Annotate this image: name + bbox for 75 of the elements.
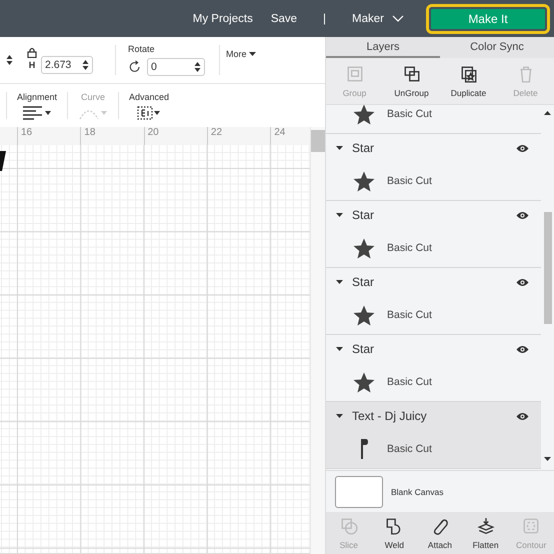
contour-icon xyxy=(522,516,540,534)
group-icon xyxy=(346,64,364,82)
advanced-text-icon xyxy=(137,106,161,120)
layer-action-button[interactable]: Flatten xyxy=(462,512,508,554)
star-icon xyxy=(353,238,375,258)
layer-item[interactable]: Basic Cut xyxy=(326,296,541,334)
layer-label: Basic Cut xyxy=(387,242,432,254)
layer-item[interactable]: Basic Cut xyxy=(326,105,541,133)
layer-label: Basic Cut xyxy=(387,309,432,321)
layer-item[interactable]: Basic Cut xyxy=(326,430,541,468)
layer-action-button[interactable]: UnGroup xyxy=(383,58,440,104)
eye-icon xyxy=(516,344,529,354)
layer-item[interactable]: Basic Cut xyxy=(326,363,541,401)
layer-action-button[interactable]: Attach xyxy=(417,512,463,554)
layer-item[interactable]: Basic Cut xyxy=(326,162,541,200)
caret-icon xyxy=(248,52,256,56)
scroll-thumb[interactable] xyxy=(311,130,325,152)
caret-icon[interactable] xyxy=(336,146,343,150)
lock-icon xyxy=(27,46,37,58)
layer-label: Basic Cut xyxy=(387,108,432,120)
tool-label: Advanced xyxy=(128,92,170,102)
panel-tab[interactable]: Color Sync xyxy=(440,37,554,58)
eye-icon xyxy=(516,278,529,286)
layer-item[interactable]: Basic Cut xyxy=(326,229,541,267)
caret-icon[interactable] xyxy=(336,280,343,284)
layer-name: Text - Dj Juicy xyxy=(352,409,428,423)
tool-label: Alignment xyxy=(16,92,58,102)
height-field[interactable]: 2.673 xyxy=(41,56,93,74)
scrollbar[interactable] xyxy=(310,127,325,554)
star-icon xyxy=(353,170,375,192)
nav-link[interactable]: My Projects xyxy=(192,12,253,24)
design-shape-drawing xyxy=(0,151,6,171)
layer-name: Star xyxy=(352,208,376,222)
nav-link[interactable]: Save xyxy=(270,12,298,24)
scroll-down-icon[interactable] xyxy=(544,457,551,462)
layer-action-button[interactable]: Duplicate xyxy=(440,58,497,104)
flatten-layers-icon xyxy=(476,516,495,534)
layer-action-button[interactable]: Weld xyxy=(372,512,418,554)
layer-name: Star xyxy=(352,141,376,155)
eye-icon xyxy=(516,210,529,220)
chevron-down-icon xyxy=(392,14,404,22)
rotate-field[interactable]: 0 xyxy=(147,58,205,76)
tool-label: Curve xyxy=(80,92,105,102)
eye-icon xyxy=(516,412,529,420)
layer-name: Star xyxy=(352,275,376,289)
canvas-label: Blank Canvas xyxy=(391,486,444,496)
rotate-label: Rotate xyxy=(128,44,155,54)
layer-group[interactable]: Text - Dj Juicy Basic Cut xyxy=(326,402,541,469)
scroll-up-icon[interactable] xyxy=(544,111,551,116)
height-label: H xyxy=(28,60,36,70)
separator-text: | xyxy=(323,12,326,24)
star-icon xyxy=(353,372,375,392)
layer-label: Basic Cut xyxy=(387,175,432,187)
spinner-arrows-icon xyxy=(194,61,201,73)
spinner-arrows-icon xyxy=(6,54,13,66)
align-left-icon xyxy=(22,106,52,120)
duplicate-icon xyxy=(460,64,478,82)
star-icon xyxy=(353,105,375,124)
canvas-swatch[interactable] xyxy=(335,476,383,508)
caret-icon[interactable] xyxy=(336,346,343,352)
weld-icon xyxy=(385,516,404,534)
star-icon xyxy=(353,304,375,326)
ungroup-icon xyxy=(402,64,420,82)
layer-label: Basic Cut xyxy=(387,376,432,388)
caret-icon[interactable] xyxy=(336,212,343,218)
caret-icon[interactable] xyxy=(336,414,343,418)
scroll-thumb[interactable] xyxy=(544,212,552,324)
machine-dropdown[interactable]: Maker xyxy=(352,12,404,24)
more-dropdown[interactable]: More xyxy=(226,49,256,59)
eye-icon xyxy=(516,144,529,152)
letter-shape-icon xyxy=(359,438,369,460)
layer-label: Basic Cut xyxy=(387,443,432,455)
slice-icon xyxy=(340,516,358,534)
layer-name: Star xyxy=(352,342,376,356)
spinner-arrows-icon xyxy=(82,59,89,71)
